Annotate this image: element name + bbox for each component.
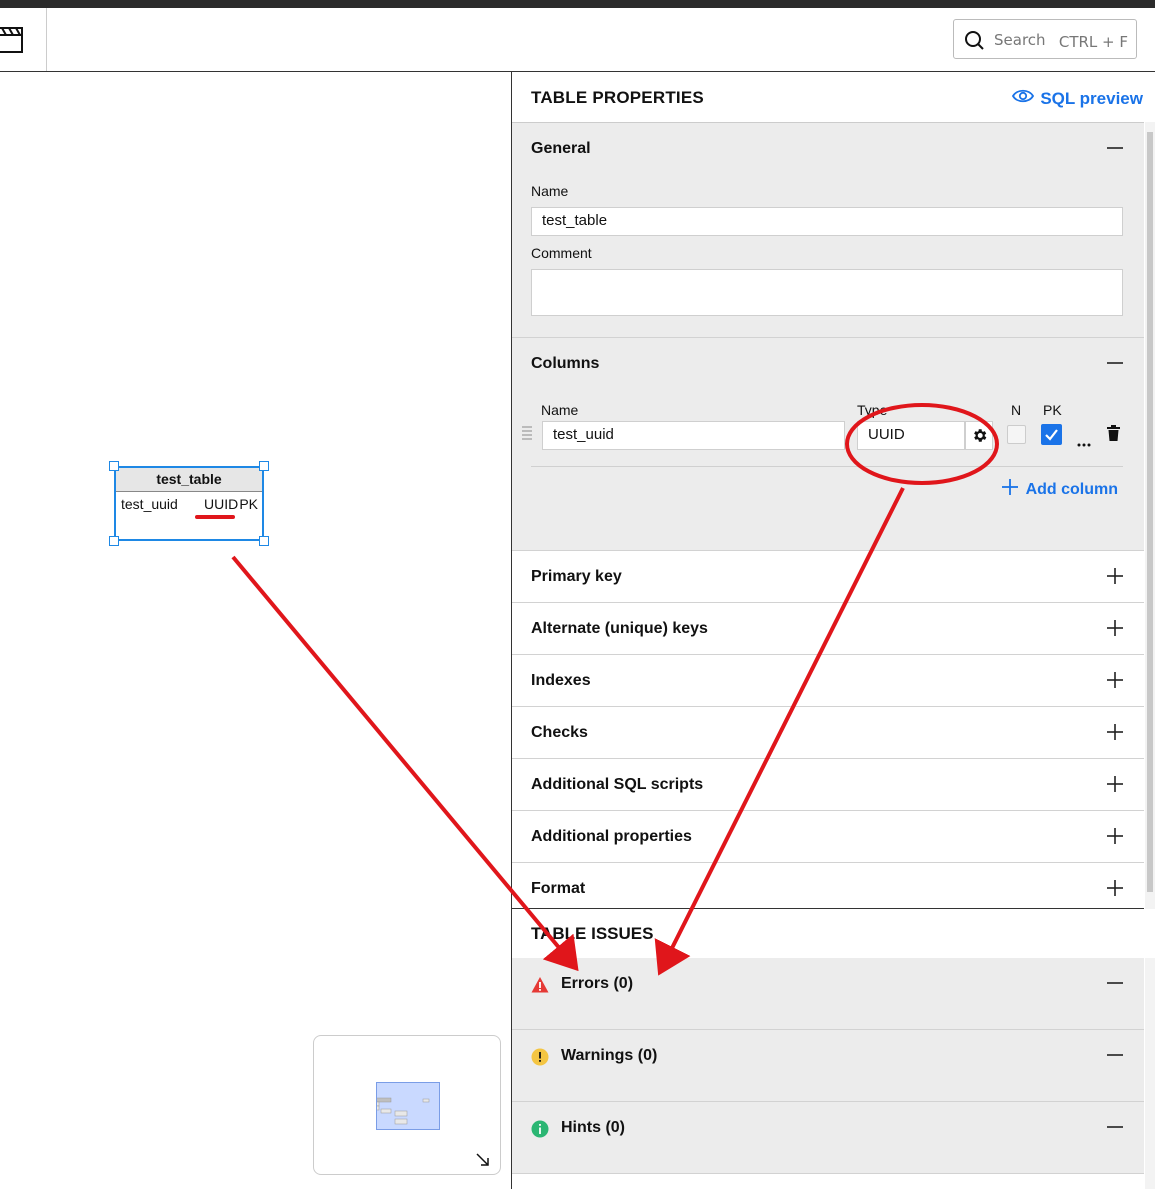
section-checks[interactable]: Checks (512, 707, 1144, 759)
expand-plus-icon[interactable] (1106, 827, 1124, 845)
comment-label: Comment (531, 245, 592, 261)
column-header-n: N (1011, 402, 1022, 418)
column-header-type: Type (857, 402, 888, 418)
expand-plus-icon[interactable] (1106, 619, 1124, 637)
search-box[interactable]: Search CTRL + F (953, 19, 1137, 59)
properties-scroll-area[interactable]: General Name test_table Comment Columns … (512, 122, 1144, 909)
eye-icon (1012, 88, 1035, 109)
collapse-minus-icon[interactable] (1106, 1046, 1124, 1064)
section-additional-properties[interactable]: Additional properties (512, 811, 1144, 863)
trash-icon[interactable] (1107, 425, 1120, 445)
section-label: Additional properties (531, 828, 692, 845)
drag-handle-icon[interactable] (522, 426, 532, 446)
gear-icon (971, 427, 988, 448)
error-triangle-icon (531, 976, 549, 994)
warnings-label: Warnings (0) (561, 1047, 658, 1064)
properties-scrollbar[interactable] (1145, 122, 1155, 909)
column-type-input[interactable]: UUID (857, 421, 965, 450)
issues-list: Errors (0) Warnings (0) Hints (0) (512, 958, 1144, 1174)
minimap-viewport[interactable] (368, 1082, 440, 1130)
errors-section[interactable]: Errors (0) (512, 958, 1144, 1030)
add-column-button[interactable]: Add column (1001, 478, 1118, 501)
entity-title: test_table (116, 468, 262, 492)
section-label: Additional SQL scripts (531, 776, 704, 793)
more-options-icon[interactable] (1077, 432, 1091, 451)
warning-circle-icon (531, 1048, 549, 1066)
nullable-checkbox[interactable] (1007, 425, 1026, 444)
plus-icon (1001, 478, 1019, 501)
expand-plus-icon[interactable] (1106, 671, 1124, 689)
expand-arrow-icon[interactable] (476, 1152, 490, 1166)
expand-plus-icon[interactable] (1106, 775, 1124, 793)
expand-plus-icon[interactable] (1106, 567, 1124, 585)
collapse-minus-icon[interactable] (1106, 974, 1124, 992)
column-header-name: Name (541, 402, 579, 418)
window-top-strip (0, 0, 1155, 8)
resize-handle-bottom-left[interactable] (109, 536, 119, 546)
table-name-input[interactable]: test_table (531, 207, 1123, 236)
collapse-minus-icon[interactable] (1106, 139, 1124, 157)
issues-scrollbar[interactable] (1145, 958, 1155, 1189)
section-alternate-keys[interactable]: Alternate (unique) keys (512, 603, 1144, 655)
info-circle-icon (531, 1120, 549, 1138)
columns-label: Columns (531, 355, 600, 372)
resize-handle-bottom-right[interactable] (259, 536, 269, 546)
sql-preview-label: SQL preview (1040, 88, 1143, 108)
hints-section[interactable]: Hints (0) (512, 1102, 1144, 1174)
add-column-label: Add column (1025, 480, 1118, 498)
expand-plus-icon[interactable] (1106, 723, 1124, 741)
toolbar: Search CTRL + F (0, 8, 1155, 72)
check-icon (1041, 429, 1062, 449)
search-icon (964, 30, 984, 50)
column-name-input[interactable]: test_uuid (542, 421, 845, 450)
sql-preview-link[interactable]: SQL preview (1012, 88, 1143, 109)
entity-column-type: UUID (204, 496, 239, 512)
type-settings-button[interactable] (965, 421, 993, 450)
columns-divider (531, 466, 1123, 467)
issues-title: TABLE ISSUES (531, 924, 654, 943)
entity-column-name: test_uuid (121, 496, 178, 512)
collapse-minus-icon[interactable] (1106, 1118, 1124, 1136)
section-format[interactable]: Format (512, 863, 1144, 909)
columns-header[interactable]: Columns (512, 338, 1144, 390)
section-label: Format (531, 880, 586, 897)
search-placeholder[interactable]: Search (994, 31, 1046, 49)
errors-label: Errors (0) (561, 975, 634, 992)
warnings-section[interactable]: Warnings (0) (512, 1030, 1144, 1102)
column-header-pk: PK (1043, 402, 1062, 418)
scrollbar-thumb[interactable] (1147, 132, 1153, 892)
panel-title: TABLE PROPERTIES (531, 88, 704, 107)
general-label: General (531, 140, 591, 157)
section-label: Checks (531, 724, 588, 741)
section-label: Indexes (531, 672, 591, 689)
resize-handle-top-left[interactable] (109, 461, 119, 471)
resize-handle-top-right[interactable] (259, 461, 269, 471)
comment-textarea[interactable] (531, 269, 1123, 316)
hints-label: Hints (0) (561, 1119, 625, 1136)
toolbar-divider (46, 8, 47, 71)
section-general: General Name test_table Comment (512, 123, 1144, 338)
expand-plus-icon[interactable] (1106, 879, 1124, 897)
pk-checkbox[interactable] (1041, 424, 1062, 445)
issues-divider (512, 908, 1144, 909)
section-indexes[interactable]: Indexes (512, 655, 1144, 707)
general-header[interactable]: General (512, 123, 1144, 175)
minimap[interactable] (313, 1035, 501, 1175)
entity-test-table[interactable]: test_table test_uuid UUID PK (114, 466, 264, 541)
entity-column-pk: PK (239, 496, 258, 512)
section-columns: Columns Name Type N PK test_uuid UUID Ad… (512, 338, 1144, 551)
section-additional-sql-scripts[interactable]: Additional SQL scripts (512, 759, 1144, 811)
search-shortcut: CTRL + F (1058, 33, 1128, 51)
section-primary-key[interactable]: Primary key (512, 551, 1144, 603)
collapse-minus-icon[interactable] (1106, 354, 1124, 372)
clapperboard-icon[interactable] (0, 26, 24, 54)
section-label: Alternate (unique) keys (531, 620, 708, 637)
diagram-canvas[interactable] (0, 72, 511, 1189)
name-label: Name (531, 183, 569, 199)
section-label: Primary key (531, 568, 622, 585)
table-properties-panel: TABLE PROPERTIES SQL preview General Nam… (511, 72, 1155, 1189)
